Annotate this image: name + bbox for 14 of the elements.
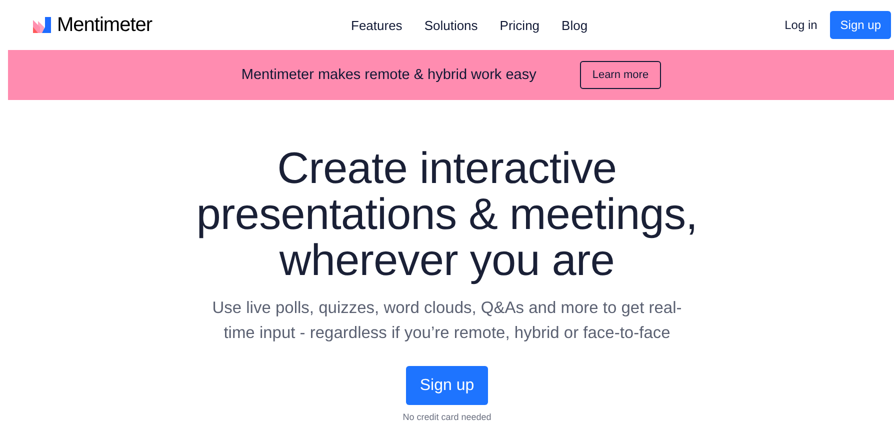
hero-title: Create interactive presentations & meetings, wherever you are [195,146,699,284]
nav-link[interactable]: Solutions [424,18,478,32]
login-link[interactable]: Log in [784,18,818,32]
logo-icon [33,17,51,33]
nav-link[interactable]: Blog [562,18,588,32]
logo-text[interactable]: Mentimeter [57,14,152,36]
learn-more-button[interactable]: Learn more [580,61,661,89]
hero-subtitle: Use live polls, quizzes, word clouds, Q&As and more to get real-time input - regardless if you’re remote, hybrid or face-to-face [212,298,682,344]
note-text: No credit card needed [402,412,492,422]
banner-text: Mentimeter makes remote & hybrid work easy [241,67,536,83]
signup-button[interactable]: Sign up [406,366,488,405]
nav-link[interactable]: Features [351,18,402,32]
signup-button[interactable]: Sign up [830,11,891,39]
nav-link[interactable]: Pricing [500,18,540,32]
